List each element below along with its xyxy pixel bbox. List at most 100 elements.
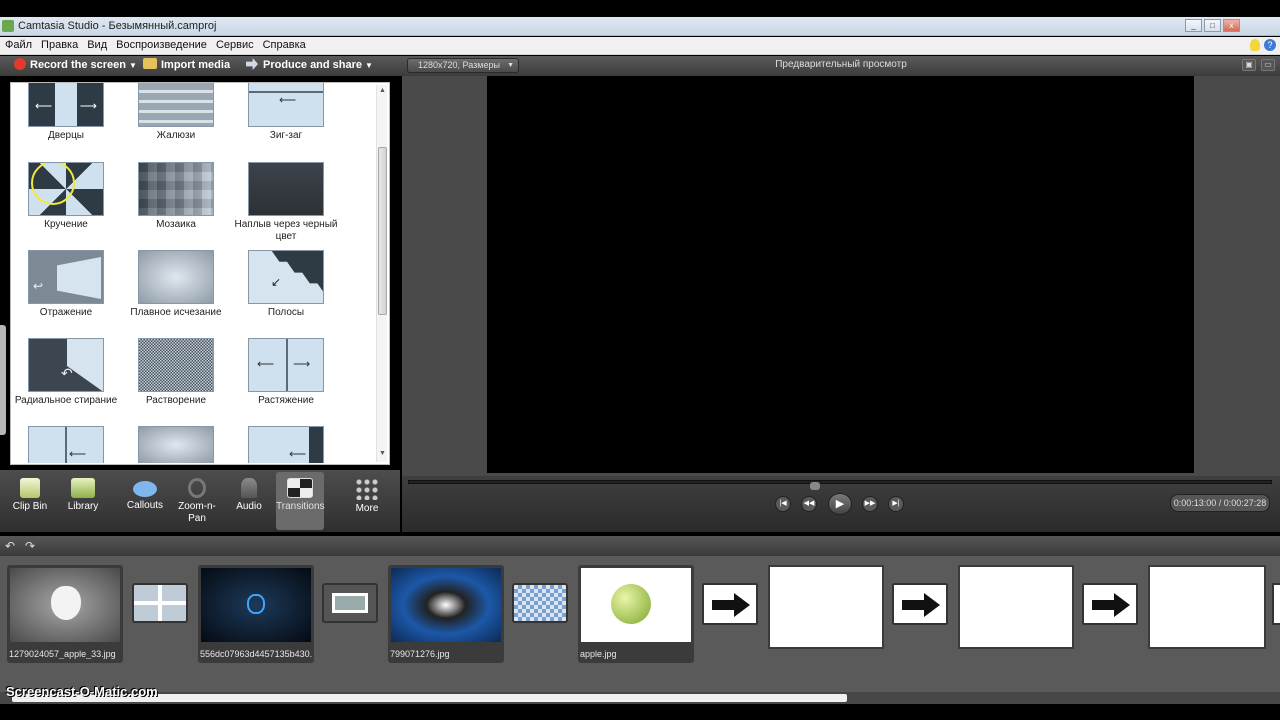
transition-smooth-fade[interactable]: Плавное исчезание — [121, 250, 231, 319]
transition-partial-2[interactable] — [121, 426, 231, 463]
produce-share-button[interactable]: Produce and share ▼ — [246, 56, 373, 76]
menu-edit[interactable]: Правка — [36, 37, 82, 51]
transition-mosaic[interactable]: Мозаика — [121, 162, 231, 231]
close-button[interactable]: x — [1223, 19, 1240, 32]
tab-audio[interactable]: Audio — [224, 472, 274, 530]
transition-fade-black[interactable]: Наплыв через черный цвет — [231, 162, 341, 243]
redo-icon[interactable]: ↷ — [25, 539, 35, 553]
clip-item[interactable]: 1279024057_apple_33.jpg — [7, 565, 123, 663]
fit-screen-icon[interactable]: ▣ — [1242, 59, 1256, 71]
menu-help[interactable]: Справка — [258, 37, 310, 51]
transition-reflection[interactable]: ↩ Отражение — [11, 250, 121, 319]
undo-icon[interactable]: ↶ — [5, 539, 15, 553]
menu-tools[interactable]: Сервис — [211, 37, 258, 51]
clip-bin-icon — [20, 478, 40, 498]
preview-canvas[interactable] — [487, 76, 1194, 473]
window-title: Camtasia Studio - Безымянный.camproj — [18, 20, 217, 32]
fast-forward-icon[interactable]: ▶▶ — [862, 496, 878, 512]
menu-playback[interactable]: Воспроизведение — [111, 37, 211, 51]
arrow-icon — [902, 593, 940, 617]
title-bar: Camtasia Studio - Безымянный.camproj _ □… — [0, 17, 1280, 36]
menu-file[interactable]: Файл — [0, 37, 36, 51]
clip-thumbnail — [10, 568, 120, 642]
clip-item[interactable]: 556dc07963d4457135b430... — [198, 565, 314, 663]
radial-wipe-icon: ↶ — [28, 338, 104, 392]
mosaic-icon — [138, 162, 214, 216]
storyboard-toolbar: ↶ ↷ — [0, 536, 1280, 556]
tab-zoom-n-pan[interactable]: Zoom-n-Pan — [172, 472, 222, 530]
lightbulb-icon[interactable] — [1250, 39, 1260, 51]
transitions-scrollbar[interactable]: ▲ ▼ — [376, 85, 387, 462]
seek-bar[interactable] — [408, 480, 1272, 490]
stretch-icon: ⟵ ⟶ — [248, 338, 324, 392]
transition-marker[interactable] — [1082, 583, 1138, 625]
transition-partial-1[interactable]: ⟵ — [11, 426, 121, 463]
tab-more[interactable]: More — [338, 472, 396, 530]
maximize-button[interactable]: □ — [1204, 19, 1221, 32]
minimize-button[interactable]: _ — [1185, 19, 1202, 32]
scrollbar-thumb[interactable] — [378, 147, 387, 315]
jump-end-icon[interactable]: ▶| — [888, 496, 904, 512]
smooth-fade-icon — [138, 250, 214, 304]
audio-icon — [241, 478, 257, 498]
tab-transitions[interactable]: Transitions — [276, 472, 325, 530]
playback-controls: |◀ ◀◀ ▶ ▶▶ ▶| 0:00:13:00 / 0:00:27:28 — [402, 476, 1280, 532]
transition-radial-wipe[interactable]: ↶ Радиальное стирание — [11, 338, 121, 407]
task-tabs: Clip Bin Library Callouts Zoom-n-Pan Aud… — [0, 470, 400, 532]
transition-marker[interactable] — [892, 583, 948, 625]
storyboard-scrollbar[interactable] — [0, 692, 1280, 704]
arrow-icon — [1092, 593, 1130, 617]
empty-clip-slot[interactable] — [768, 565, 884, 649]
record-screen-button[interactable]: Record the screen ▼ — [14, 56, 137, 76]
help-icon[interactable]: ? — [1264, 39, 1276, 51]
transition-stretch[interactable]: ⟵ ⟶ Растяжение — [231, 338, 341, 407]
jump-start-icon[interactable]: |◀ — [775, 496, 791, 512]
play-icon[interactable]: ▶ — [828, 493, 852, 515]
apple-logo-icon — [51, 586, 81, 620]
clip-thumbnail — [391, 568, 501, 642]
seek-handle[interactable] — [810, 482, 820, 490]
detach-preview-icon[interactable]: ▭ — [1261, 59, 1275, 71]
transition-spin[interactable]: Кручение — [11, 162, 121, 231]
folder-icon — [143, 58, 157, 69]
library-icon — [71, 478, 95, 498]
preview-area — [402, 76, 1280, 476]
tab-library[interactable]: Library — [58, 472, 108, 530]
transition-marker[interactable] — [512, 583, 568, 623]
empty-clip-slot[interactable] — [1148, 565, 1266, 649]
share-icon — [246, 58, 258, 70]
clip-item[interactable]: apple.jpg — [578, 565, 694, 663]
scroll-down-icon[interactable]: ▼ — [378, 450, 387, 460]
transition-doors[interactable]: ⟵ ⟶ Дверцы — [11, 83, 121, 142]
clip-thumbnail — [581, 568, 691, 642]
transitions-panel: ⟵ ⟶ Дверцы Жалюзи ⟵ Зиг-заг Кручение Моз… — [10, 82, 390, 465]
more-dots-icon — [355, 478, 379, 500]
magnifier-icon — [188, 478, 206, 498]
transition-marker[interactable] — [1272, 583, 1280, 625]
transition-zigzag[interactable]: ⟵ Зиг-заг — [231, 83, 341, 142]
clip-item[interactable]: 799071276.jpg — [388, 565, 504, 663]
transition-marker[interactable] — [702, 583, 758, 625]
tab-callouts[interactable]: Callouts — [118, 472, 172, 530]
transition-marker[interactable] — [322, 583, 378, 623]
transition-stripes[interactable]: ↙ Полосы — [231, 250, 341, 319]
apple-logo-icon — [247, 594, 265, 614]
rewind-icon[interactable]: ◀◀ — [801, 496, 817, 512]
panel-collapse-handle[interactable] — [0, 325, 6, 435]
record-icon — [14, 58, 26, 70]
transition-marker[interactable] — [132, 583, 188, 623]
transition-blinds[interactable]: Жалюзи — [121, 83, 231, 142]
transition-dissolve[interactable]: Растворение — [121, 338, 231, 407]
fade-black-icon — [248, 162, 324, 216]
transition-partial-3[interactable]: ⟵ — [231, 426, 341, 463]
scroll-up-icon[interactable]: ▲ — [378, 87, 387, 97]
transitions-icon — [287, 478, 313, 498]
blinds-icon — [138, 83, 214, 127]
green-apple-icon — [611, 584, 651, 624]
reflection-icon: ↩ — [28, 250, 104, 304]
import-media-button[interactable]: Import media — [143, 56, 230, 76]
menu-view[interactable]: Вид — [82, 37, 111, 51]
tab-clip-bin[interactable]: Clip Bin — [2, 472, 58, 530]
preview-title: Предварительный просмотр — [775, 59, 907, 70]
empty-clip-slot[interactable] — [958, 565, 1074, 649]
